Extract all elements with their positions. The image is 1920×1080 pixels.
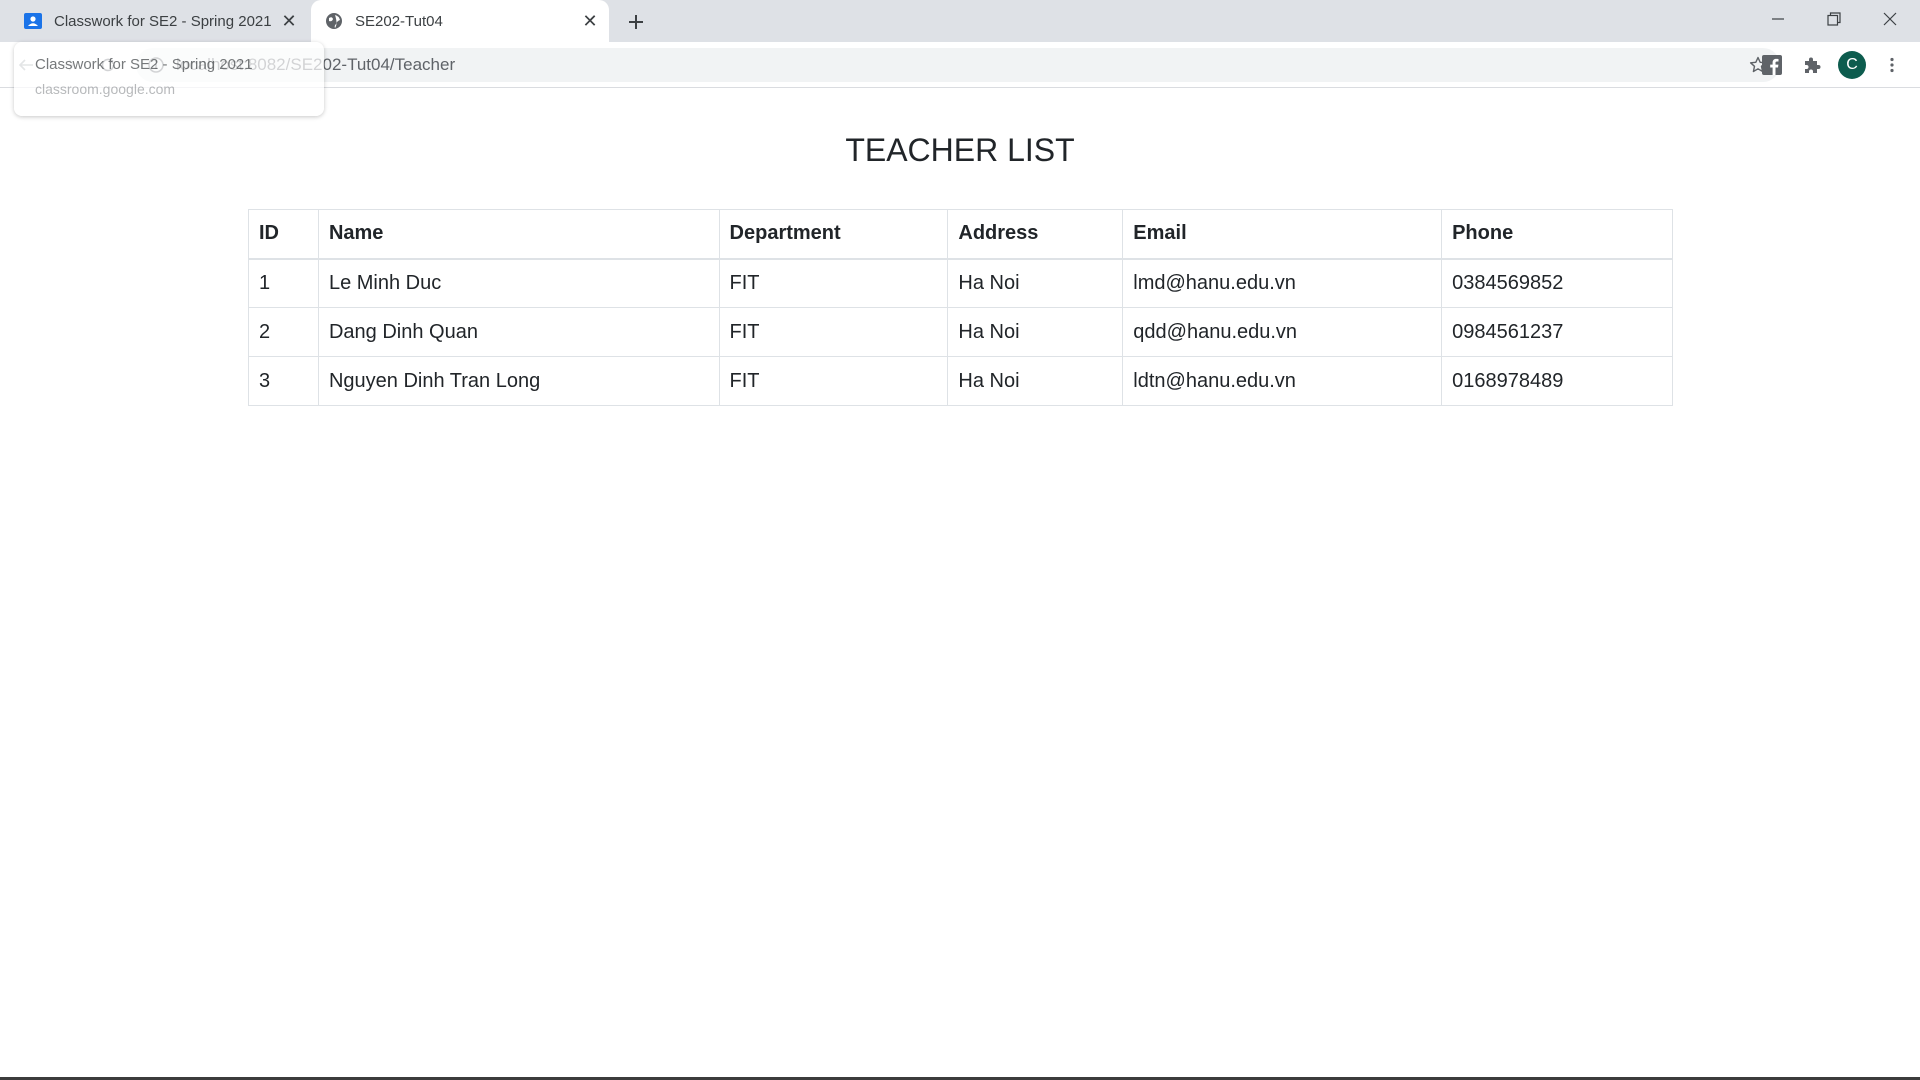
cell-address: Ha Noi [947,258,1124,308]
column-header-department: Department [718,209,949,260]
cell-id: 3 [248,356,319,406]
restore-icon [1827,12,1841,26]
cell-phone: 0984561237 [1441,307,1673,357]
new-tab-button[interactable] [622,8,650,36]
puzzle-icon [1805,57,1821,73]
globe-icon [325,12,343,30]
minimize-icon [1772,18,1784,20]
browser-tab-strip: Classwork for SE2 - Spring 2021 ✕ SE202-… [0,0,1920,42]
column-header-name: Name [317,209,720,260]
cell-address: Ha Noi [947,307,1124,357]
cell-name: Le Minh Duc [317,258,720,308]
tab-hover-card: Classwork for SE2 - Spring 2021 classroo… [14,42,324,116]
facebook-icon [1762,55,1782,75]
table-header-row: ID Name Department Address Email Phone [248,209,1673,260]
cell-name: Nguyen Dinh Tran Long [317,356,720,406]
close-icon[interactable]: ✕ [278,10,300,32]
google-classroom-icon [24,12,42,30]
cell-phone: 0384569852 [1441,258,1673,308]
cell-name: Dang Dinh Quan [317,307,720,357]
close-icon [1883,12,1897,26]
cell-phone: 0168978489 [1441,356,1673,406]
cell-department: FIT [718,307,949,357]
close-icon[interactable]: ✕ [579,10,601,32]
column-header-email: Email [1122,209,1443,260]
column-header-address: Address [947,209,1124,260]
cell-department: FIT [718,356,949,406]
table-row: 1 Le Minh Duc FIT Ha Noi lmd@hanu.edu.vn… [248,258,1673,308]
profile-avatar[interactable]: C [1838,51,1866,79]
hover-card-title: Classwork for SE2 - Spring 2021 [35,56,253,73]
teacher-table: ID Name Department Address Email Phone 1… [248,209,1673,406]
cell-department: FIT [718,258,949,308]
minimize-button[interactable] [1750,0,1806,38]
cell-id: 1 [248,258,319,308]
cell-email: qdd@hanu.edu.vn [1122,307,1443,357]
tab-title: Classwork for SE2 - Spring 2021 [54,12,272,30]
column-header-id: ID [248,209,319,260]
more-vert-icon [1890,57,1894,73]
hover-card-domain: classroom.google.com [35,81,176,97]
cell-address: Ha Noi [947,356,1124,406]
page-title: TEACHER LIST [845,132,1075,168]
tab-title: SE202-Tut04 [355,12,443,30]
tab-se202-tut04[interactable]: SE202-Tut04 ✕ [311,0,609,42]
restore-button[interactable] [1806,0,1862,38]
table-row: 3 Nguyen Dinh Tran Long FIT Ha Noi ldtn@… [248,356,1673,406]
facebook-extension-button[interactable] [1756,49,1788,81]
plus-icon [629,15,643,29]
menu-button[interactable] [1876,49,1908,81]
cell-email: lmd@hanu.edu.vn [1122,258,1443,308]
cell-id: 2 [248,307,319,357]
address-bar[interactable]: localhost:8082/SE202-Tut04/Teacher [136,48,1780,82]
column-header-phone: Phone [1441,209,1673,260]
tab-classwork[interactable]: Classwork for SE2 - Spring 2021 ✕ [10,0,308,42]
cell-email: ldtn@hanu.edu.vn [1122,356,1443,406]
extensions-button[interactable] [1796,49,1828,81]
close-window-button[interactable] [1862,0,1918,38]
table-row: 2 Dang Dinh Quan FIT Ha Noi qdd@hanu.edu… [248,307,1673,357]
